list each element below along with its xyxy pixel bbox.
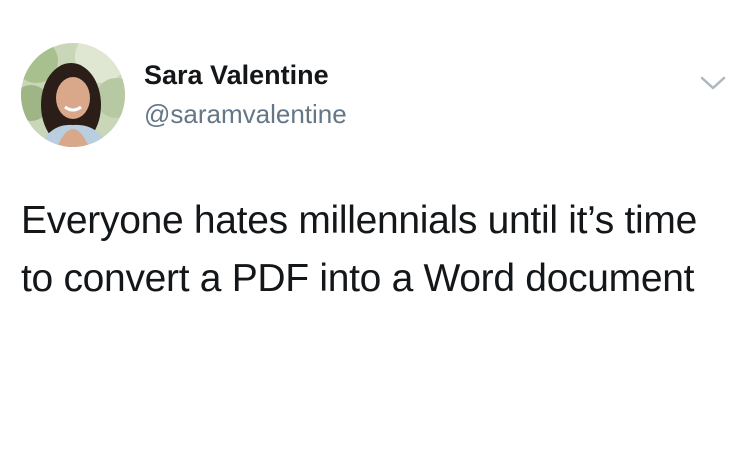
- avatar[interactable]: [21, 43, 125, 147]
- chevron-down-icon[interactable]: [696, 66, 730, 100]
- tweet-card: Sara Valentine @saramvalentine Everyone …: [0, 0, 750, 456]
- avatar-photo: [21, 43, 125, 147]
- tweet-text: Everyone hates millennials until it’s ti…: [21, 199, 697, 300]
- author-display-name[interactable]: Sara Valentine: [144, 59, 329, 91]
- author-handle[interactable]: @saramvalentine: [144, 98, 347, 130]
